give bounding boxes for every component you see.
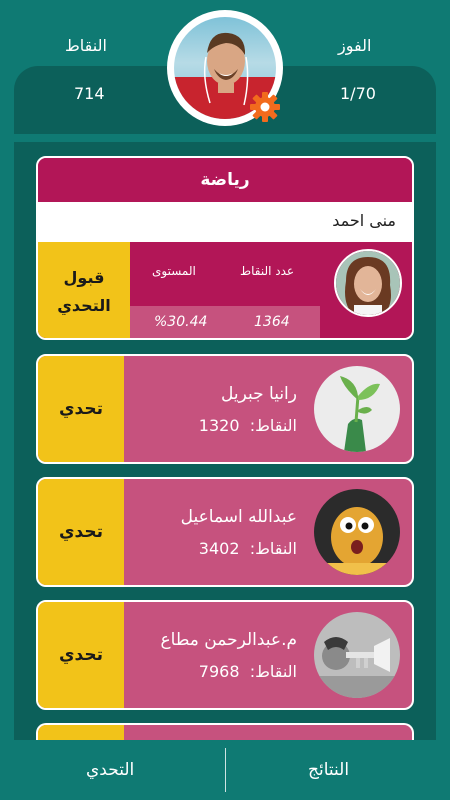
trumpet-player-avatar-icon xyxy=(314,612,400,698)
featured-player-name: منى احمد xyxy=(332,211,396,230)
points-prefix: النقاط: xyxy=(249,416,297,435)
plant-hand-avatar-icon xyxy=(314,366,400,452)
challenge-button[interactable]: تحدي xyxy=(38,479,124,585)
featured-name-row: منى احمد xyxy=(38,202,412,242)
wins-label: الفوز xyxy=(338,36,372,55)
challenge-button-label: تحدي xyxy=(58,645,104,665)
points-value: 714 xyxy=(74,84,105,103)
points-label: النقاط xyxy=(65,36,107,55)
player-points: النقاط: 3402 xyxy=(199,539,297,558)
player-points: النقاط: 1320 xyxy=(199,416,297,435)
gear-icon[interactable] xyxy=(248,90,282,124)
player-name: عبدالله اسماعيل xyxy=(180,507,297,527)
points-number: 7968 xyxy=(198,662,240,681)
points-prefix: النقاط: xyxy=(249,662,297,681)
challenge-button-label: تحدي xyxy=(58,522,104,542)
player-points: النقاط: 7968 xyxy=(199,662,297,681)
challenge-button[interactable]: تحدي xyxy=(38,602,124,708)
challenge-button-label: تحدي xyxy=(58,399,104,419)
potato-character-avatar-icon xyxy=(314,489,400,575)
points-number: 3402 xyxy=(198,539,240,558)
featured-challenge-card: رياضة منى احمد قبول التحدي المستوى عدد ا… xyxy=(36,156,414,340)
featured-player-avatar xyxy=(334,249,402,317)
player-name: م.عبدالرحمن مطاع xyxy=(160,630,297,650)
wins-value: 1/70 xyxy=(340,84,376,103)
challenge-button[interactable]: تحدي xyxy=(38,356,124,462)
tab-challenge[interactable]: التحدي xyxy=(86,760,134,780)
points-prefix: النقاط: xyxy=(249,539,297,558)
featured-points-value: 1364 xyxy=(254,314,290,330)
level-column-label: المستوى xyxy=(152,264,196,278)
accept-label-line2: التحدي xyxy=(57,296,111,315)
player-card: تحدي م.عبدالرحمن مطاع النقاط: 7968 xyxy=(36,600,414,710)
bottom-nav-divider xyxy=(225,748,226,792)
level-value: %30.44 xyxy=(154,314,208,330)
accept-label-line1: قبول xyxy=(63,268,105,287)
player-card: تحدي رانيا جبريل النقاط: 1320 xyxy=(36,354,414,464)
accept-challenge-button[interactable]: قبول التحدي xyxy=(38,242,130,338)
points-column-label: عدد النقاط xyxy=(240,264,295,278)
featured-body: قبول التحدي المستوى عدد النقاط %30.44 13… xyxy=(38,242,412,338)
tab-results[interactable]: النتائج xyxy=(308,760,349,780)
player-name: رانيا جبريل xyxy=(220,384,297,404)
player-card: تحدي عبدالله اسماعيل النقاط: 3402 xyxy=(36,477,414,587)
category-title: رياضة xyxy=(38,158,412,202)
points-number: 1320 xyxy=(198,416,240,435)
